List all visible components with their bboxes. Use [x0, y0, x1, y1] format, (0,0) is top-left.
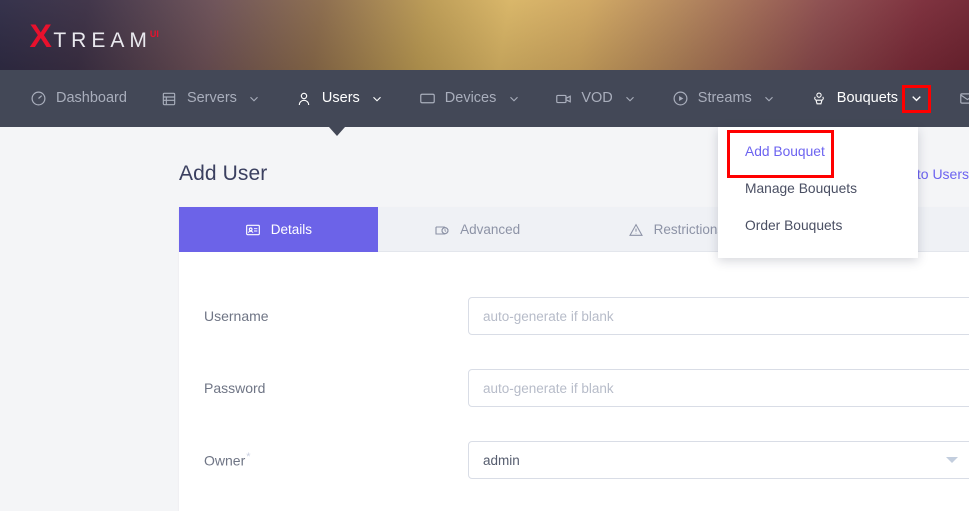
label-username: Username — [204, 308, 269, 324]
menu-item-manage-bouquets[interactable]: Manage Bouquets — [718, 170, 918, 207]
nav-label-bouquets: Bouquets — [836, 90, 899, 107]
username-input[interactable] — [468, 297, 974, 335]
logo-wordmark: TREAM — [53, 29, 152, 52]
form-row-password: Password — [179, 352, 974, 424]
nav-item-streams[interactable]: Streams — [672, 70, 777, 127]
right-edge-strip — [969, 0, 974, 511]
nav-item-devices[interactable]: Devices — [419, 70, 522, 127]
required-marker: * — [246, 451, 251, 464]
menu-item-add-bouquet[interactable]: Add Bouquet — [718, 130, 918, 178]
owner-select-wrapper: admin — [468, 441, 974, 479]
label-password: Password — [204, 380, 266, 396]
menu-item-order-bouquets[interactable]: Order Bouquets — [718, 207, 918, 244]
main-navbar: Dashboard Servers Users Devices VOD Stre… — [0, 70, 974, 127]
nav-label-users: Users — [321, 90, 360, 107]
nav-item-dashboard[interactable]: Dashboard — [30, 70, 127, 127]
label-owner: Owner* — [204, 451, 468, 469]
advanced-gear-icon — [434, 222, 450, 238]
nav-item-users[interactable]: Users — [296, 70, 385, 127]
nav-label-devices: Devices — [444, 90, 497, 107]
chevron-down-icon-servers[interactable] — [247, 91, 262, 106]
control-username — [468, 297, 974, 335]
chevron-down-icon-devices[interactable] — [506, 91, 521, 106]
password-input[interactable] — [468, 369, 974, 407]
tab-label-restrictions: Restrictions — [653, 222, 725, 237]
nav-item-servers[interactable]: Servers — [161, 70, 262, 127]
menu-label-manage-bouquets: Manage Bouquets — [745, 181, 857, 196]
server-icon — [161, 90, 178, 107]
id-card-icon — [245, 222, 261, 238]
logo-superscript: UI — [149, 29, 159, 39]
form-row-username: Username — [179, 280, 974, 352]
nav-label-vod: VOD — [581, 90, 613, 107]
app-root: X TREAM UI Dashboard Servers Users Devic… — [0, 0, 974, 511]
menu-label-order-bouquets: Order Bouquets — [745, 218, 843, 233]
dashboard-gauge-icon — [30, 90, 47, 107]
bouquets-dropdown-menu: Add Bouquet Manage Bouquets Order Bouque… — [718, 127, 918, 258]
nav-label-streams: Streams — [697, 90, 752, 107]
owner-selected-value: admin — [483, 452, 520, 468]
xtream-logo[interactable]: X TREAM UI — [29, 18, 161, 54]
play-circle-icon — [672, 90, 689, 107]
nav-label-dashboard: Dashboard — [56, 90, 127, 107]
tab-label-details: Details — [270, 222, 312, 237]
warning-icon — [628, 222, 644, 238]
owner-select[interactable]: admin — [468, 441, 974, 479]
active-nav-pointer-arrow — [329, 127, 345, 136]
chevron-down-icon-users[interactable] — [370, 91, 385, 106]
tab-advanced[interactable]: Advanced — [378, 207, 577, 252]
tab-label-advanced: Advanced — [460, 222, 521, 237]
bouquet-flower-icon — [811, 90, 828, 107]
form-row-owner: Owner* admin — [179, 424, 974, 496]
chevron-down-icon-streams[interactable] — [762, 91, 777, 106]
user-icon — [296, 90, 313, 107]
brand-header: X TREAM UI — [0, 0, 969, 70]
chevron-down-icon-bouquets[interactable] — [902, 84, 932, 113]
video-camera-icon — [555, 90, 572, 107]
nav-item-vod[interactable]: VOD — [555, 70, 637, 127]
page-title: Add User — [179, 161, 268, 185]
logo-x-letter: X — [29, 18, 51, 54]
label-owner-text: Owner — [204, 452, 246, 469]
chevron-down-icon-vod[interactable] — [623, 91, 638, 106]
device-icon — [419, 90, 436, 107]
add-user-form: Username Password Owner* admi — [179, 252, 974, 496]
nav-item-bouquets[interactable]: Bouquets — [811, 70, 932, 127]
control-owner: admin — [468, 441, 974, 479]
tab-details[interactable]: Details — [179, 207, 378, 252]
menu-label-add-bouquet: Add Bouquet — [745, 144, 825, 159]
control-password — [468, 369, 974, 407]
nav-label-servers: Servers — [186, 90, 237, 107]
